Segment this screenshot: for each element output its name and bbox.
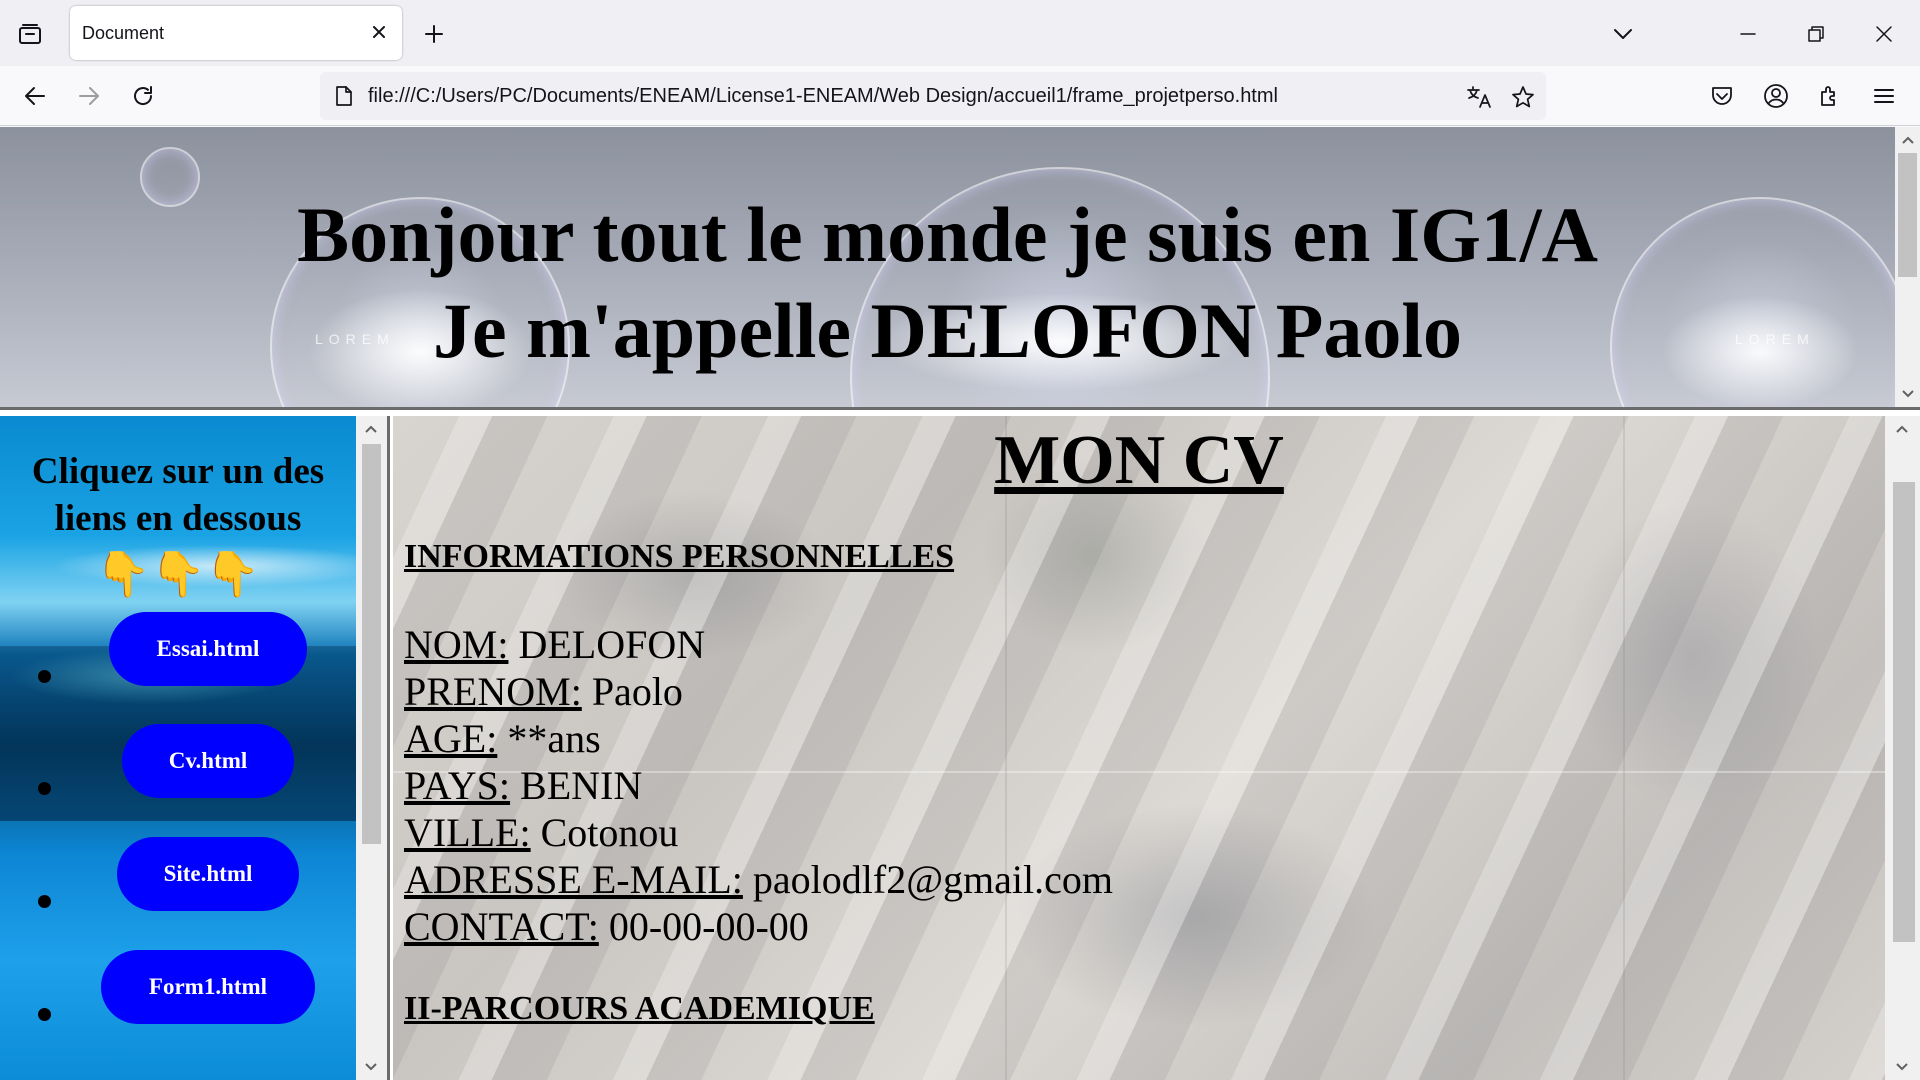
info-ville: VILLE: Cotonou (404, 809, 678, 856)
list-bullet (38, 782, 51, 795)
reload-icon[interactable] (124, 78, 162, 114)
scroll-up-icon[interactable] (360, 418, 382, 440)
banner-scrollbar[interactable] (1895, 127, 1920, 407)
tab-title: Document (82, 23, 165, 43)
extensions-icon[interactable] (1812, 78, 1848, 114)
bookmark-star-icon[interactable] (1508, 82, 1538, 112)
page-viewport: LOREM LOREM Bonjour tout le monde je sui… (0, 127, 1920, 1080)
info-label: PRENOM: (404, 669, 582, 714)
banner-background: LOREM LOREM Bonjour tout le monde je sui… (0, 127, 1910, 407)
tab-bar: Document (0, 0, 1920, 66)
info-email: ADRESSE E-MAIL: paolodlf2@gmail.com (404, 856, 1113, 903)
navigation-toolbar: file:///C:/Users/PC/Documents/ENEAM/Lice… (0, 66, 1920, 126)
page-icon (332, 84, 356, 108)
info-value: BENIN (510, 763, 643, 808)
back-arrow-icon[interactable] (16, 78, 54, 114)
info-age: AGE: **ans (404, 715, 601, 762)
link-site[interactable]: Site.html (117, 837, 299, 911)
info-label: CONTACT: (404, 904, 599, 949)
tab-list-icon[interactable] (12, 18, 48, 50)
address-bar[interactable]: file:///C:/Users/PC/Documents/ENEAM/Lice… (320, 72, 1546, 120)
scroll-up-icon[interactable] (1891, 418, 1913, 440)
chevron-down-icon[interactable] (1606, 18, 1640, 50)
pocket-icon[interactable] (1704, 78, 1740, 114)
info-value: Cotonou (530, 810, 679, 855)
info-label: PAYS: (404, 763, 511, 808)
restore-icon[interactable] (1794, 14, 1838, 54)
scroll-down-icon[interactable] (1897, 383, 1919, 405)
links-heading: Cliquez sur un des liens en dessous (0, 448, 356, 542)
info-label: VILLE: (404, 810, 531, 855)
section-personal-info: INFORMATIONS PERSONNELLES (404, 538, 955, 575)
banner-line-1: Bonjour tout le monde je suis en IG1/A (297, 191, 1598, 278)
links-scrollbar[interactable] (356, 416, 387, 1080)
info-label: ADRESSE E-MAIL: (404, 857, 743, 902)
pointing-down-emoji-icons: 👇👇👇 (95, 550, 261, 599)
info-value: DELOFON (508, 622, 706, 667)
scroll-down-icon[interactable] (1891, 1056, 1913, 1078)
list-bullet (38, 895, 51, 908)
info-value: Paolo (581, 669, 683, 714)
background-seam (1623, 416, 1625, 1080)
translate-icon[interactable] (1464, 82, 1494, 112)
info-value: paolodlf2@gmail.com (742, 857, 1113, 902)
banner-heading: Bonjour tout le monde je suis en IG1/A J… (0, 187, 1895, 379)
background-seam (1005, 416, 1007, 1080)
url-text[interactable]: file:///C:/Users/PC/Documents/ENEAM/Lice… (368, 85, 1278, 108)
info-value: **ans (497, 716, 601, 761)
minimize-icon[interactable] (1726, 14, 1770, 54)
info-contact: CONTACT: 00-00-00-00 (404, 903, 809, 950)
section-academic: II-PARCOURS ACADEMIQUE (404, 990, 875, 1027)
info-prenom: PRENOM: Paolo (404, 668, 683, 715)
links-background: Cliquez sur un des liens en dessous 👇👇👇 … (0, 416, 356, 1080)
info-label: AGE: (404, 716, 498, 761)
cv-title: MON CV (994, 422, 1284, 499)
link-form1[interactable]: Form1.html (101, 950, 315, 1024)
banner-scroll-thumb[interactable] (1898, 153, 1917, 277)
link-cv[interactable]: Cv.html (122, 724, 294, 798)
cv-background: MON CV INFORMATIONS PERSONNELLES NOM: DE… (393, 416, 1885, 1080)
banner-frame: LOREM LOREM Bonjour tout le monde je sui… (0, 127, 1920, 410)
list-bullet (38, 670, 51, 683)
info-pays: PAYS: BENIN (404, 762, 642, 809)
links-scroll-thumb[interactable] (362, 444, 381, 844)
forward-arrow-icon[interactable] (70, 78, 108, 114)
list-bullet (38, 1008, 51, 1021)
scroll-up-icon[interactable] (1897, 129, 1919, 151)
link-essai[interactable]: Essai.html (109, 612, 307, 686)
info-label: NOM: (404, 622, 509, 667)
window-close-icon[interactable] (1862, 14, 1906, 54)
cv-frame: MON CV INFORMATIONS PERSONNELLES NOM: DE… (393, 416, 1920, 1080)
links-heading-line-2: liens en dessous (54, 498, 302, 539)
cv-scrollbar[interactable] (1885, 416, 1920, 1080)
info-value: 00-00-00-00 (598, 904, 809, 949)
links-heading-line-1: Cliquez sur un des (31, 451, 325, 492)
info-nom: NOM: DELOFON (404, 621, 705, 668)
banner-line-2: Je m'appelle DELOFON Paolo (432, 287, 1463, 374)
account-icon[interactable] (1758, 78, 1794, 114)
new-tab-icon[interactable] (418, 18, 450, 50)
links-frame: Cliquez sur un des liens en dessous 👇👇👇 … (0, 416, 390, 1080)
close-tab-icon[interactable] (366, 19, 392, 45)
tab-document[interactable]: Document (70, 6, 402, 60)
menu-icon[interactable] (1866, 78, 1902, 114)
scroll-down-icon[interactable] (360, 1056, 382, 1078)
cv-scroll-thumb[interactable] (1893, 482, 1915, 942)
